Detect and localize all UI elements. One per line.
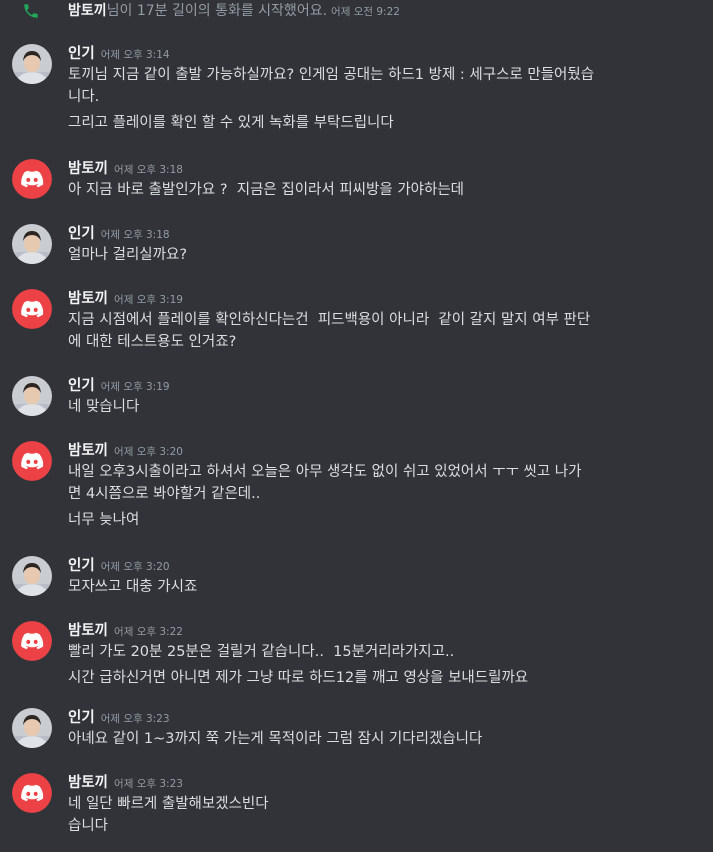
avatar[interactable] (12, 556, 52, 596)
message-timestamp[interactable]: 어제 오후 3:14 (101, 49, 170, 61)
message-line: 지금 시점에서 플레이를 확인하신다는건 피드백용이 아니라 같이 갈지 말지 … (68, 312, 591, 328)
username[interactable]: 인기 (68, 46, 95, 62)
message-content: 네 일단 빠르게 출발해보겠스빈다습니다 (68, 793, 708, 837)
message-line: 내일 오후3시출이라고 하셔서 오늘은 아무 생각도 없이 쉬고 있었어서 ㅜㅜ… (68, 464, 582, 480)
avatar[interactable] (12, 159, 52, 199)
avatar[interactable] (12, 708, 52, 748)
message-timestamp[interactable]: 어제 오후 3:22 (114, 626, 183, 638)
message-timestamp[interactable]: 어제 오후 3:20 (114, 446, 183, 458)
message-header: 인기 어제 오후 3:23 (68, 707, 170, 727)
username[interactable]: 인기 (68, 558, 95, 574)
message-timestamp[interactable]: 어제 오후 3:20 (101, 561, 170, 573)
message-line: 아녜요 같이 1~3까지 쭉 가는게 목적이라 그럼 잠시 기다리겠습니다 (68, 731, 483, 747)
message-header: 밤토끼 어제 오후 3:20 (68, 440, 183, 460)
message-header: 밤토끼 어제 오후 3:23 (68, 772, 183, 792)
message-line: 습니다 (68, 818, 109, 834)
username[interactable]: 인기 (68, 226, 95, 242)
avatar[interactable] (12, 376, 52, 416)
message-content: 모자쓰고 대충 가시죠 (68, 576, 708, 598)
message-header: 인기 어제 오후 3:18 (68, 223, 170, 243)
message-timestamp[interactable]: 어제 오후 3:18 (101, 229, 170, 241)
message-line: 그리고 플레이를 확인 할 수 있게 녹화를 부탁드립니다 (68, 115, 394, 131)
message-content: 토끼님 지금 같이 출발 가능하실까요? 인게임 공대는 하드1 방제 : 세구… (68, 64, 708, 134)
message-content: 빨리 가도 20분 25분은 걸릴거 같습니다.. 15분거리라가지고.. 시간 … (68, 641, 708, 689)
message-content: 아녜요 같이 1~3까지 쭉 가는게 목적이라 그럼 잠시 기다리겠습니다 (68, 728, 708, 750)
username[interactable]: 인기 (68, 378, 95, 394)
message-content: 지금 시점에서 플레이를 확인하신다는건 피드백용이 아니라 같이 갈지 말지 … (68, 309, 708, 353)
avatar[interactable] (12, 621, 52, 661)
call-timestamp[interactable]: 어제 오전 9:22 (331, 6, 400, 18)
message-header: 밤토끼 어제 오후 3:22 (68, 620, 183, 640)
message-header: 인기 어제 오후 3:14 (68, 43, 170, 63)
avatar[interactable] (12, 224, 52, 264)
message-timestamp[interactable]: 어제 오후 3:23 (101, 713, 170, 725)
call-username[interactable]: 밤토끼 (68, 3, 107, 19)
message-header: 인기 어제 오후 3:20 (68, 555, 170, 575)
message-line: 면 4시쯤으로 봐야할거 같은데.. (68, 486, 261, 502)
username[interactable]: 밤토끼 (68, 161, 108, 177)
username[interactable]: 인기 (68, 710, 95, 726)
message-header: 인기 어제 오후 3:19 (68, 375, 170, 395)
message-line: 토끼님 지금 같이 출발 가능하실까요? 인게임 공대는 하드1 방제 : 세구… (68, 67, 595, 83)
call-notice: 밤토끼님이 17분 길이의 통화를 시작했어요. 어제 오전 9:22 (0, 0, 713, 24)
message-content: 얼마나 걸리실까요? (68, 244, 708, 266)
message-line: 에 대한 테스트용도 인거죠? (68, 334, 237, 350)
avatar[interactable] (12, 773, 52, 813)
avatar[interactable] (12, 44, 52, 84)
username[interactable]: 밤토끼 (68, 775, 108, 791)
call-description: 님이 17분 길이의 통화를 시작했어요. (106, 3, 328, 19)
message-line: 네 일단 빠르게 출발해보겠스빈다 (68, 796, 269, 812)
username[interactable]: 밤토끼 (68, 291, 108, 307)
message-line: 아 지금 바로 출발인가요 ? 지금은 집이라서 피씨방을 가야하는데 (68, 182, 465, 198)
message-line: 빨리 가도 20분 25분은 걸릴거 같습니다.. 15분거리라가지고.. (68, 644, 455, 660)
message-line: 시간 급하신거면 아니면 제가 그냥 따로 하드12를 깨고 영상을 보내드릴까… (68, 670, 529, 686)
message-content: 네 맞습니다 (68, 396, 708, 418)
avatar[interactable] (12, 289, 52, 329)
message-timestamp[interactable]: 어제 오후 3:19 (114, 294, 183, 306)
message-timestamp[interactable]: 어제 오후 3:19 (101, 381, 170, 393)
message-content: 내일 오후3시출이라고 하셔서 오늘은 아무 생각도 없이 쉬고 있었어서 ㅜㅜ… (68, 461, 708, 531)
phone-icon (22, 2, 40, 20)
message-header: 밤토끼 어제 오후 3:19 (68, 288, 183, 308)
message-line: 모자쓰고 대충 가시죠 (68, 579, 198, 595)
message-timestamp[interactable]: 어제 오후 3:18 (114, 164, 183, 176)
message-line: 너무 늦나여 (68, 512, 140, 528)
message-line: 얼마나 걸리실까요? (68, 247, 188, 263)
username[interactable]: 밤토끼 (68, 443, 108, 459)
message-line: 네 맞습니다 (68, 399, 140, 415)
message-line: 니다. (68, 89, 100, 105)
message-timestamp[interactable]: 어제 오후 3:23 (114, 778, 183, 790)
username[interactable]: 밤토끼 (68, 623, 108, 639)
avatar[interactable] (12, 441, 52, 481)
message-content: 아 지금 바로 출발인가요 ? 지금은 집이라서 피씨방을 가야하는데 (68, 179, 708, 201)
message-header: 밤토끼 어제 오후 3:18 (68, 158, 183, 178)
